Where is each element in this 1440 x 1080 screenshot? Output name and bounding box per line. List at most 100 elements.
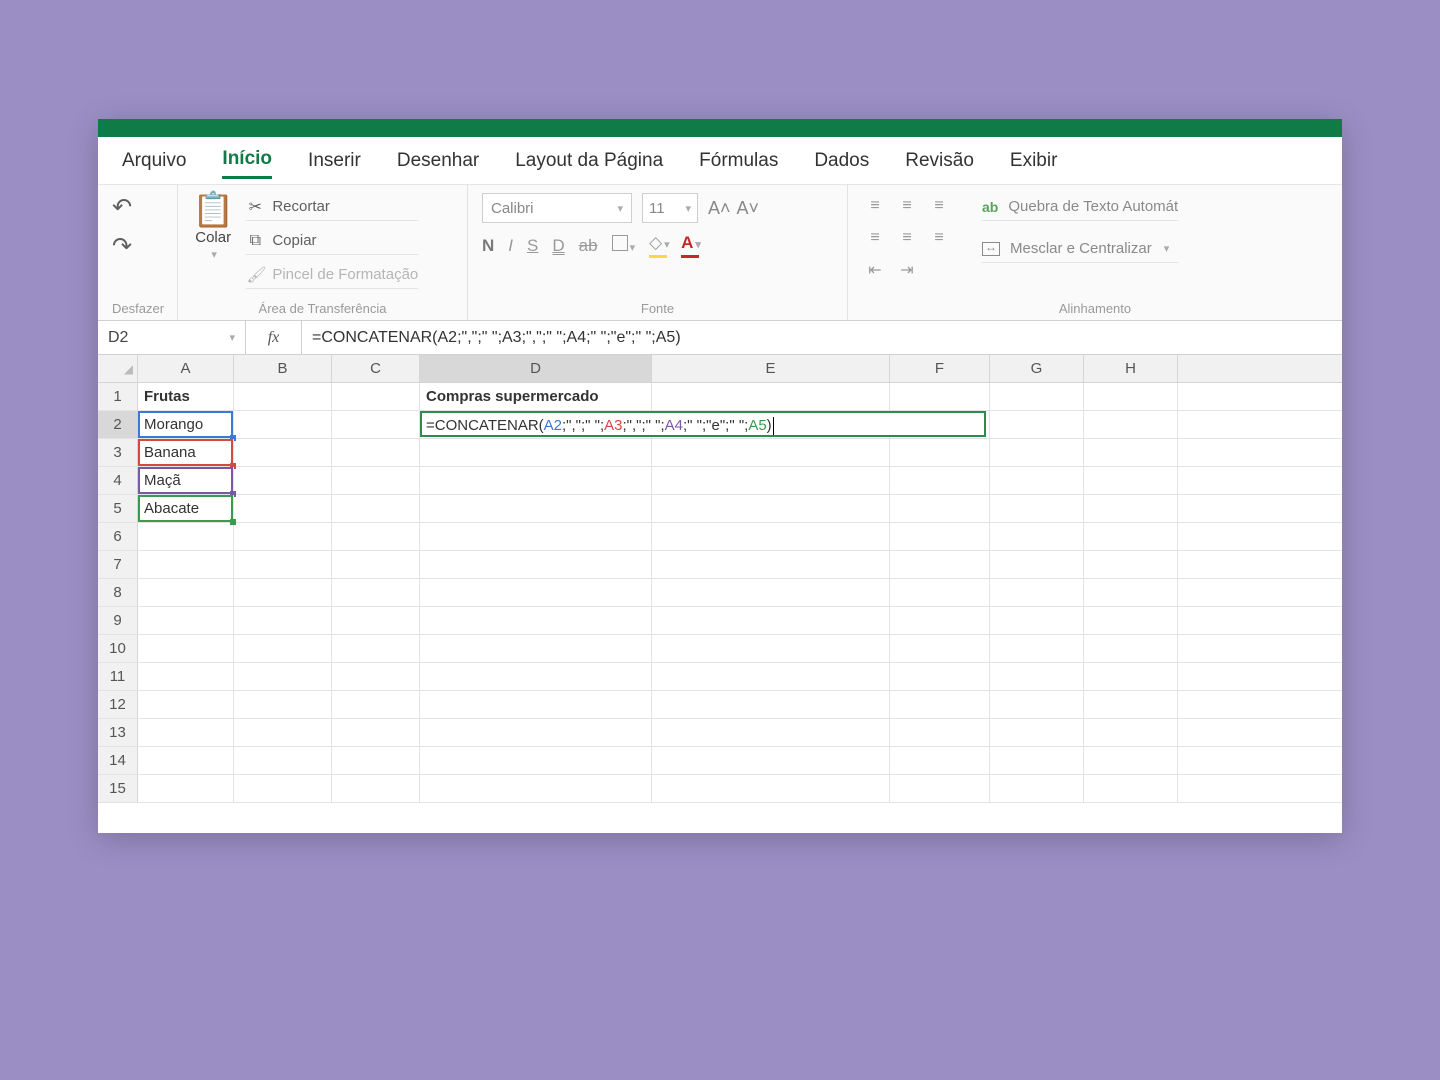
cell[interactable]: [890, 551, 990, 578]
tab-dados[interactable]: Dados: [814, 144, 869, 178]
cell[interactable]: [990, 663, 1084, 690]
cell[interactable]: [234, 383, 332, 410]
cell[interactable]: [890, 747, 990, 774]
underline-button[interactable]: S: [527, 236, 538, 256]
cell[interactable]: [652, 383, 890, 410]
cell[interactable]: [1084, 495, 1178, 522]
row-header[interactable]: 6: [98, 523, 138, 550]
cell[interactable]: [332, 607, 420, 634]
cell[interactable]: [990, 775, 1084, 802]
decrease-indent-icon[interactable]: ⇤: [862, 257, 888, 283]
cell[interactable]: [234, 439, 332, 466]
copy-button[interactable]: ⧉ Copiar: [246, 227, 418, 255]
cell[interactable]: [1084, 747, 1178, 774]
row-header[interactable]: 5: [98, 495, 138, 522]
cell[interactable]: Banana: [138, 439, 234, 466]
cell[interactable]: [890, 579, 990, 606]
cut-button[interactable]: ✂ Recortar: [246, 193, 418, 221]
double-underline-button[interactable]: D: [552, 236, 564, 256]
cell[interactable]: [990, 551, 1084, 578]
col-header-B[interactable]: B: [234, 355, 332, 382]
cell[interactable]: [332, 691, 420, 718]
cell[interactable]: [990, 719, 1084, 746]
undo-icon[interactable]: ↶: [112, 193, 132, 222]
cell[interactable]: [234, 747, 332, 774]
row-header[interactable]: 13: [98, 719, 138, 746]
cell[interactable]: [234, 719, 332, 746]
cell[interactable]: [420, 719, 652, 746]
align-top-left-icon[interactable]: ≡: [862, 193, 888, 219]
cell[interactable]: [332, 775, 420, 802]
cell[interactable]: [652, 719, 890, 746]
tab-revisao[interactable]: Revisão: [905, 144, 974, 178]
cell[interactable]: [1084, 411, 1178, 438]
cell[interactable]: [990, 411, 1084, 438]
cell[interactable]: [990, 383, 1084, 410]
tab-layout[interactable]: Layout da Página: [515, 144, 663, 178]
cell[interactable]: [234, 467, 332, 494]
align-top-center-icon[interactable]: ≡: [894, 193, 920, 219]
cell[interactable]: [652, 523, 890, 550]
cell[interactable]: [652, 635, 890, 662]
cell[interactable]: [652, 775, 890, 802]
cell[interactable]: [234, 635, 332, 662]
row-header[interactable]: 10: [98, 635, 138, 662]
row-header[interactable]: 8: [98, 579, 138, 606]
cell[interactable]: [990, 635, 1084, 662]
name-box[interactable]: D2 ▾: [98, 321, 246, 354]
cell[interactable]: [652, 663, 890, 690]
cell[interactable]: [138, 551, 234, 578]
formula-input[interactable]: [302, 321, 1342, 354]
cell[interactable]: [332, 663, 420, 690]
font-size-select[interactable]: 11 ▾: [642, 193, 698, 223]
increase-indent-icon[interactable]: ⇥: [894, 257, 920, 283]
cell[interactable]: [1084, 775, 1178, 802]
cell[interactable]: [420, 551, 652, 578]
cell[interactable]: [1084, 439, 1178, 466]
cell[interactable]: [652, 579, 890, 606]
cell[interactable]: [890, 439, 990, 466]
tab-exibir[interactable]: Exibir: [1010, 144, 1058, 178]
col-header-C[interactable]: C: [332, 355, 420, 382]
row-header[interactable]: 4: [98, 467, 138, 494]
cell[interactable]: [652, 691, 890, 718]
cell[interactable]: [890, 775, 990, 802]
cell[interactable]: [420, 775, 652, 802]
cell[interactable]: [1084, 635, 1178, 662]
cell[interactable]: [990, 579, 1084, 606]
cell[interactable]: [1084, 551, 1178, 578]
cell[interactable]: [990, 439, 1084, 466]
cell[interactable]: [420, 635, 652, 662]
cell[interactable]: [420, 691, 652, 718]
cell[interactable]: [1084, 579, 1178, 606]
merge-center-button[interactable]: Mesclar e Centralizar ▾: [982, 235, 1178, 263]
cell[interactable]: [138, 523, 234, 550]
cell[interactable]: [234, 775, 332, 802]
borders-button[interactable]: ▾: [612, 235, 636, 256]
cell[interactable]: [1084, 523, 1178, 550]
row-header[interactable]: 14: [98, 747, 138, 774]
cell[interactable]: [420, 579, 652, 606]
cell[interactable]: [890, 635, 990, 662]
align-middle-left-icon[interactable]: ≡: [862, 225, 888, 251]
cell[interactable]: [990, 691, 1084, 718]
cell[interactable]: [332, 439, 420, 466]
cell[interactable]: [652, 607, 890, 634]
cell[interactable]: [138, 775, 234, 802]
cell[interactable]: [1084, 467, 1178, 494]
cell[interactable]: [234, 523, 332, 550]
cell[interactable]: [652, 747, 890, 774]
redo-icon[interactable]: ↷: [112, 232, 132, 261]
col-header-F[interactable]: F: [890, 355, 990, 382]
col-header-H[interactable]: H: [1084, 355, 1178, 382]
strike-button[interactable]: ab: [579, 236, 598, 256]
italic-button[interactable]: I: [508, 236, 513, 256]
cell[interactable]: [890, 523, 990, 550]
cell[interactable]: [1084, 383, 1178, 410]
tab-inserir[interactable]: Inserir: [308, 144, 361, 178]
row-header[interactable]: 7: [98, 551, 138, 578]
cell[interactable]: [138, 663, 234, 690]
wrap-text-button[interactable]: ab Quebra de Texto Automát: [982, 193, 1178, 221]
align-middle-right-icon[interactable]: ≡: [926, 225, 952, 251]
cell[interactable]: [890, 607, 990, 634]
